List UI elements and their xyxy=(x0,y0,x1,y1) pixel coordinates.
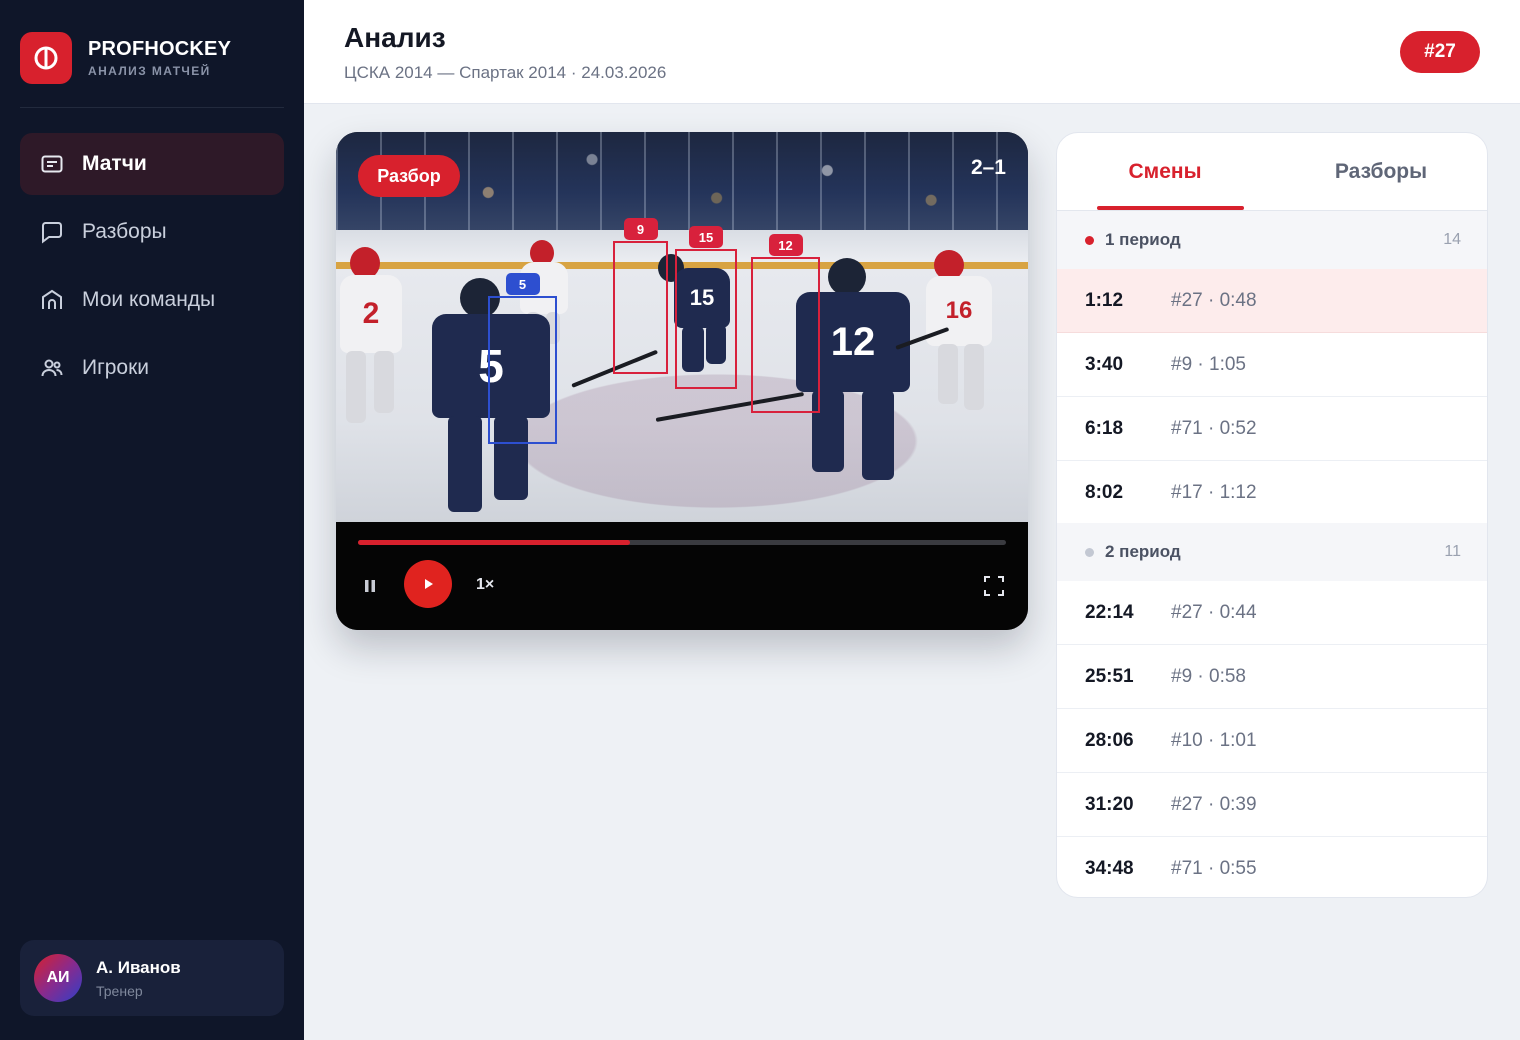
shift-meta: #10 · 1:01 xyxy=(1171,729,1257,751)
shift-row[interactable]: 3:40 #9 · 1:05 xyxy=(1057,333,1487,397)
shift-row[interactable]: 22:14 #27 · 0:44 xyxy=(1057,581,1487,645)
period-dot xyxy=(1085,236,1094,245)
shift-row[interactable]: 6:18 #71 · 0:52 xyxy=(1057,397,1487,461)
shift-meta: #9 · 0:58 xyxy=(1171,665,1246,687)
video-frame[interactable]: 2 16 5 12 15 5 9 15 12 Разбор 2–1 xyxy=(336,132,1028,522)
sidebar: PROFHOCKEY АНАЛИЗ МАТЧЕЙ Матчи Разборы М… xyxy=(0,0,304,1040)
detection-box[interactable]: 15 xyxy=(675,226,737,389)
match-subtitle: ЦСКА 2014 — Спартак 2014 · 24.03.2026 xyxy=(344,63,667,82)
period-count: 11 xyxy=(1444,543,1461,560)
shift-meta: #27 · 0:39 xyxy=(1171,793,1257,815)
panel-tabs: Смены Разборы xyxy=(1057,133,1487,211)
avatar: АИ xyxy=(34,954,82,1002)
shift-time: 22:14 xyxy=(1085,601,1134,623)
detection-label: 5 xyxy=(505,273,540,295)
active-tab-indicator xyxy=(1097,206,1244,210)
arena-icon xyxy=(40,288,64,312)
period-header: 2 период 11 xyxy=(1057,523,1487,581)
nav-label: Матчи xyxy=(82,152,147,175)
user-name: А. Иванов xyxy=(96,957,181,977)
period-label: 2 период xyxy=(1105,542,1181,561)
shift-time: 6:18 xyxy=(1085,417,1124,439)
period-label: 1 период xyxy=(1105,230,1181,249)
nav-item-matches[interactable]: Матчи xyxy=(20,133,284,195)
detection-label: 9 xyxy=(623,218,658,240)
progress-fill xyxy=(358,540,631,545)
match-score: 2–1 xyxy=(970,156,1006,179)
shift-time: 25:51 xyxy=(1085,665,1134,687)
shift-time: 28:06 xyxy=(1085,729,1134,751)
shift-time: 1:12 xyxy=(1085,289,1124,311)
shift-time: 31:20 xyxy=(1085,793,1134,815)
pause-button[interactable] xyxy=(358,574,382,598)
player-white-left: 2 xyxy=(340,247,410,437)
period-count: 14 xyxy=(1443,231,1461,248)
shift-meta: #17 · 1:12 xyxy=(1171,481,1257,503)
user-role: Тренер xyxy=(96,982,143,999)
shift-meta: #71 · 0:55 xyxy=(1171,858,1257,879)
nav-label: Мои команды xyxy=(82,288,216,311)
nav-item-reviews[interactable]: Разборы xyxy=(20,201,284,263)
page-header: Анализ ЦСКА 2014 — Спартак 2014 · 24.03.… xyxy=(304,0,1520,104)
nav-item-my-teams[interactable]: Мои команды xyxy=(20,269,284,331)
playback-speed[interactable]: 1× xyxy=(476,576,494,594)
period-dot xyxy=(1085,548,1094,557)
fullscreen-icon xyxy=(984,576,1004,596)
page-title: Анализ xyxy=(344,22,446,53)
shift-row[interactable]: 25:51 #9 · 0:58 xyxy=(1057,645,1487,709)
fullscreen-button[interactable] xyxy=(982,574,1006,598)
matches-icon xyxy=(40,152,64,176)
detection-label: 15 xyxy=(689,226,723,248)
nav-item-players[interactable]: Игроки xyxy=(20,337,284,399)
detection-box[interactable]: 9 xyxy=(613,218,668,374)
shift-meta: #27 · 0:44 xyxy=(1171,601,1257,623)
nav-label: Игроки xyxy=(82,356,150,379)
shifts-panel: Смены Разборы 1 период 14 1:12 #27 · 0:4… xyxy=(1056,132,1488,898)
tab-shifts[interactable]: Смены xyxy=(1057,133,1273,211)
chat-icon xyxy=(40,220,64,244)
video-player: 2 16 5 12 15 5 9 15 12 Разбор 2–1 1× xyxy=(336,132,1028,630)
player-number-badge[interactable]: #27 xyxy=(1400,31,1480,73)
tab-reviews[interactable]: Разборы xyxy=(1273,133,1487,211)
review-tag[interactable]: Разбор xyxy=(358,155,460,197)
user-card[interactable]: АИ А. Иванов Тренер xyxy=(20,940,284,1016)
shift-time: 34:48 xyxy=(1085,858,1134,879)
shift-meta: #9 · 1:05 xyxy=(1171,353,1246,375)
play-icon xyxy=(425,579,433,589)
brand[interactable]: PROFHOCKEY АНАЛИЗ МАТЧЕЙ xyxy=(20,32,231,84)
brand-subtitle: АНАЛИЗ МАТЧЕЙ xyxy=(88,64,211,78)
detection-label: 12 xyxy=(768,234,803,256)
play-button[interactable] xyxy=(404,560,452,608)
profhockey-logo-icon xyxy=(20,32,72,84)
shift-time: 8:02 xyxy=(1085,481,1124,503)
players-icon xyxy=(40,356,64,380)
shift-meta: #71 · 0:52 xyxy=(1171,417,1257,439)
shift-row[interactable]: 28:06 #10 · 1:01 xyxy=(1057,709,1487,773)
progress-bar[interactable] xyxy=(358,540,1006,545)
divider xyxy=(20,107,284,108)
shift-meta: #27 · 0:48 xyxy=(1171,289,1257,311)
player-controls: 1× xyxy=(336,522,1028,630)
shift-row[interactable]: 8:02 #17 · 1:12 xyxy=(1057,461,1487,525)
brand-name: PROFHOCKEY xyxy=(88,38,232,60)
detection-box[interactable]: 12 xyxy=(751,234,820,413)
period-header: 1 период 14 xyxy=(1057,211,1487,269)
shift-row[interactable]: 31:20 #27 · 0:39 xyxy=(1057,773,1487,837)
nav-label: Разборы xyxy=(82,220,167,243)
pause-icon xyxy=(365,580,375,592)
shift-time: 3:40 xyxy=(1085,353,1124,375)
shift-row[interactable]: 34:48 #71 · 0:55 xyxy=(1057,837,1487,897)
detection-box[interactable]: 5 xyxy=(488,273,557,444)
main-nav: Матчи Разборы Мои команды Игроки xyxy=(20,133,284,405)
shift-row[interactable]: 1:12 #27 · 0:48 xyxy=(1057,269,1487,333)
